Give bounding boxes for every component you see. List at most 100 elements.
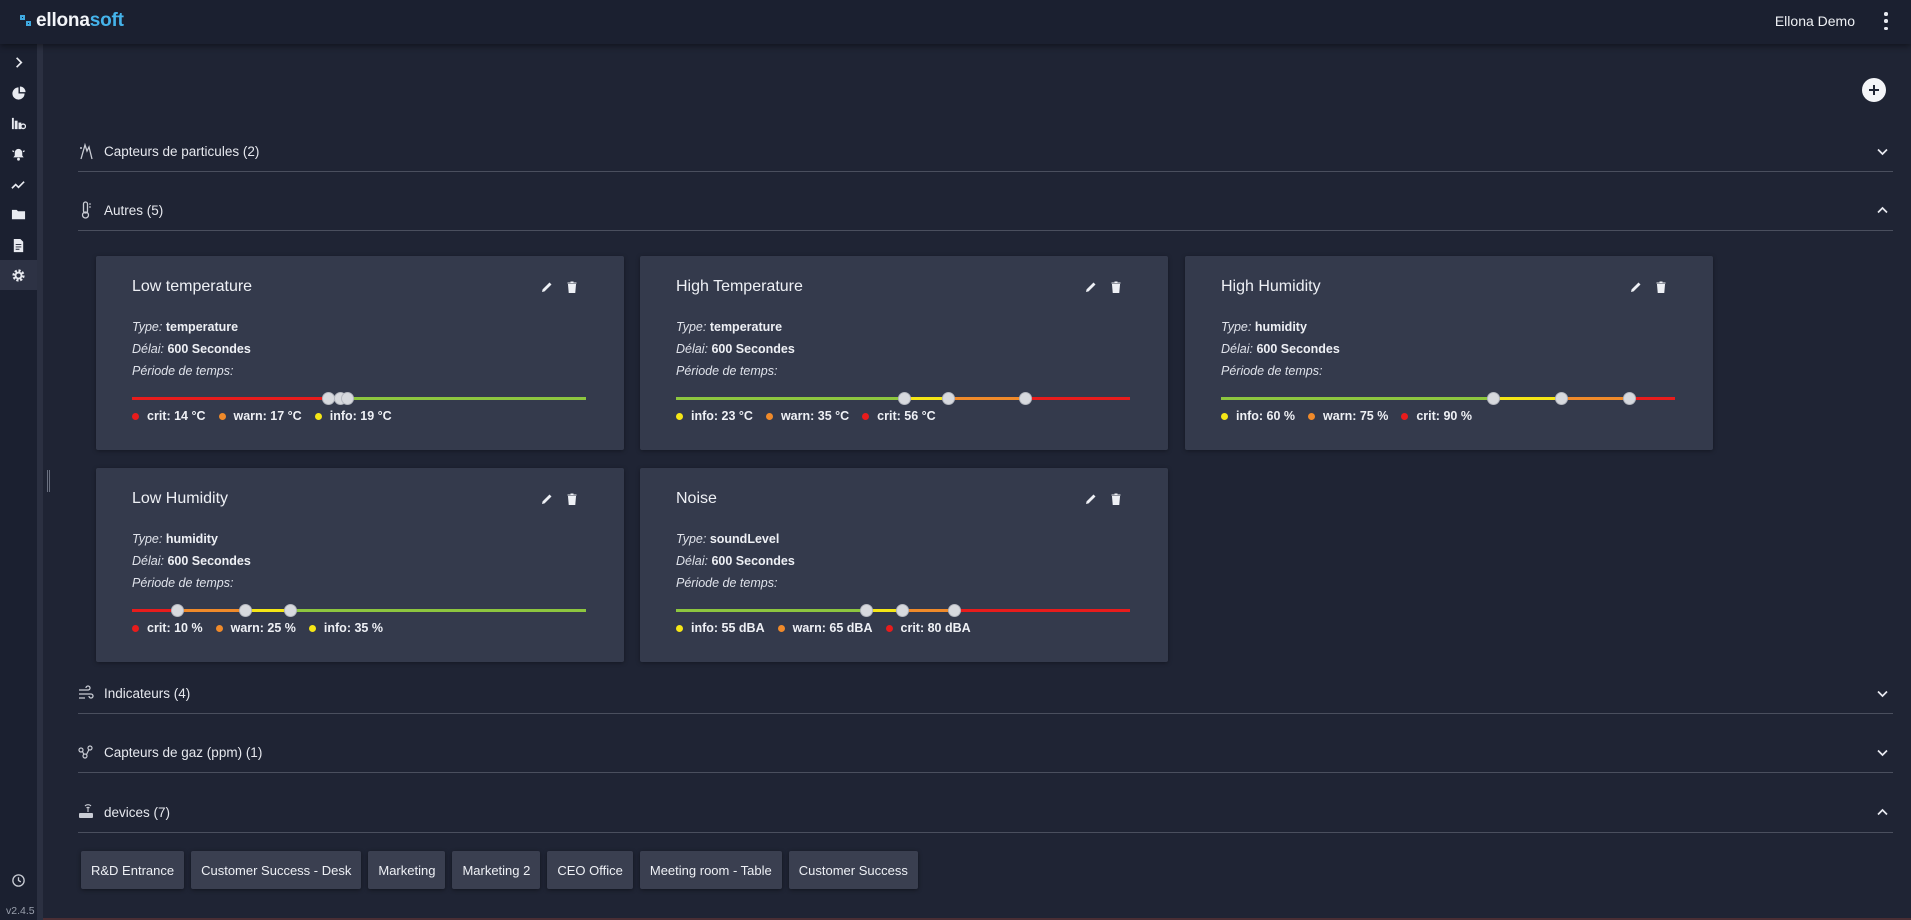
legend-item: info: 55 dBA (676, 621, 765, 635)
splitter-handle[interactable] (47, 470, 50, 492)
chevron-right-icon (16, 56, 23, 68)
card-delay: Délai: 600 Secondes (676, 554, 795, 568)
threshold-handle[interactable] (238, 604, 252, 617)
device-chip[interactable]: Customer Success - Desk (191, 851, 362, 889)
chevron-down-icon[interactable] (1876, 145, 1889, 158)
alert-card: Low temperature Type: temperature Délai:… (96, 256, 624, 450)
device-chip[interactable]: Marketing 2 (452, 851, 541, 889)
threshold-segment (1493, 397, 1561, 400)
threshold-segment (1221, 397, 1493, 400)
alert-card: Noise Type: soundLevel Délai: 600 Second… (640, 468, 1168, 662)
alarm-bell-icon (12, 148, 25, 161)
card-period: Période de temps: (676, 364, 777, 378)
section-particles[interactable]: Capteurs de particules (2) (78, 130, 1893, 172)
chevron-down-icon[interactable] (1876, 687, 1889, 700)
legend-item: info: 35 % (308, 621, 383, 635)
threshold-slider[interactable] (1221, 392, 1675, 405)
delay-label: Délai: (1221, 342, 1253, 356)
device-chip[interactable]: R&D Entrance (81, 851, 185, 889)
add-alert-button[interactable] (1862, 78, 1886, 102)
threshold-slider[interactable] (132, 392, 586, 405)
threshold-handle[interactable] (283, 604, 297, 617)
threshold-segment (177, 609, 245, 612)
threshold-segment (1629, 397, 1675, 400)
thermometer-icon (81, 201, 91, 219)
history-button[interactable] (0, 865, 37, 895)
legend-dot (676, 412, 683, 420)
legend-item: info: 23 °C (676, 409, 753, 423)
threshold-slider[interactable] (132, 604, 586, 617)
legend-item: crit: 14 °C (132, 409, 206, 423)
threshold-handle[interactable] (1018, 392, 1032, 405)
delete-icon[interactable] (1655, 281, 1667, 293)
legend-item: info: 60 % (1221, 409, 1295, 423)
device-chip[interactable]: Meeting room - Table (639, 851, 782, 889)
panel-splitter[interactable] (37, 44, 43, 920)
card-type: Type: temperature (132, 320, 238, 334)
period-label: Période de temps: (676, 364, 778, 378)
threshold-handle[interactable] (340, 392, 354, 405)
threshold-handle[interactable] (321, 392, 335, 405)
user-name[interactable]: Ellona Demo (1775, 13, 1855, 29)
section-indicateurs[interactable]: Indicateurs (4) (78, 672, 1893, 714)
threshold-handle[interactable] (1622, 392, 1636, 405)
delay-label: Délai: (132, 342, 164, 356)
sidebar-item-dashboard[interactable] (0, 78, 37, 108)
edit-icon[interactable] (541, 281, 553, 293)
section-autres[interactable]: Autres (5) (78, 189, 1893, 231)
threshold-slider[interactable] (676, 604, 1130, 617)
chevron-down-icon[interactable] (1876, 746, 1889, 759)
card-delay: Délai: 600 Secondes (132, 554, 251, 568)
threshold-handle[interactable] (897, 392, 911, 405)
sidebar-expand-button[interactable] (0, 47, 37, 77)
chevron-up-icon[interactable] (1876, 204, 1889, 217)
sidebar-item-settings[interactable] (0, 260, 37, 290)
sidebar-item-alarms[interactable] (0, 139, 37, 169)
delete-icon[interactable] (1110, 493, 1122, 505)
section-title: Capteurs de particules (2) (104, 144, 260, 159)
threshold-handle[interactable] (1486, 392, 1500, 405)
legend-item: warn: 35 °C (765, 409, 849, 423)
section-title: devices (7) (104, 805, 171, 820)
device-chip[interactable]: Customer Success (788, 851, 918, 889)
legend-item: crit: 90 % (1401, 409, 1472, 423)
section-devices[interactable]: devices (7) (78, 791, 1893, 833)
legend-label: crit: 56 °C (877, 409, 936, 423)
sidebar-item-files[interactable] (0, 199, 37, 229)
edit-icon[interactable] (1085, 493, 1097, 505)
threshold-handle[interactable] (941, 392, 955, 405)
section-title: Autres (5) (104, 203, 164, 218)
device-chip[interactable]: Marketing (368, 851, 446, 889)
threshold-handle[interactable] (859, 604, 873, 617)
edit-icon[interactable] (1630, 281, 1642, 293)
sidebar-item-trends[interactable] (0, 169, 37, 199)
sidebar-item-buildings[interactable] (0, 108, 37, 138)
chevron-up-icon[interactable] (1876, 806, 1889, 819)
type-value: temperature (165, 320, 239, 334)
legend-label: info: 55 dBA (691, 621, 765, 635)
threshold-legend: info: 23 °C warn: 35 °C crit: 56 °C (676, 409, 936, 423)
threshold-handle[interactable] (895, 604, 909, 617)
card-title: High Temperature (676, 278, 803, 295)
legend-dot (132, 412, 139, 420)
threshold-slider[interactable] (676, 392, 1130, 405)
delete-icon[interactable] (566, 281, 578, 293)
delete-icon[interactable] (566, 493, 578, 505)
more-menu-icon[interactable] (1883, 12, 1889, 30)
section-gaz[interactable]: Capteurs de gaz (ppm) (1) (78, 731, 1893, 773)
clock-icon (12, 873, 25, 887)
type-value: temperature (709, 320, 783, 334)
card-period: Période de temps: (132, 576, 233, 590)
threshold-legend: info: 60 % warn: 75 % crit: 90 % (1221, 409, 1472, 423)
delete-icon[interactable] (1110, 281, 1122, 293)
edit-icon[interactable] (1085, 281, 1097, 293)
app-logo[interactable]: ellonasoft (20, 10, 124, 32)
device-chip[interactable]: CEO Office (547, 851, 633, 889)
edit-icon[interactable] (541, 493, 553, 505)
sidebar-item-reports[interactable] (0, 230, 37, 260)
threshold-handle[interactable] (947, 604, 961, 617)
legend-label: crit: 14 °C (147, 409, 206, 423)
legend-label: warn: 65 dBA (792, 621, 873, 635)
threshold-handle[interactable] (1554, 392, 1568, 405)
threshold-handle[interactable] (170, 604, 184, 617)
